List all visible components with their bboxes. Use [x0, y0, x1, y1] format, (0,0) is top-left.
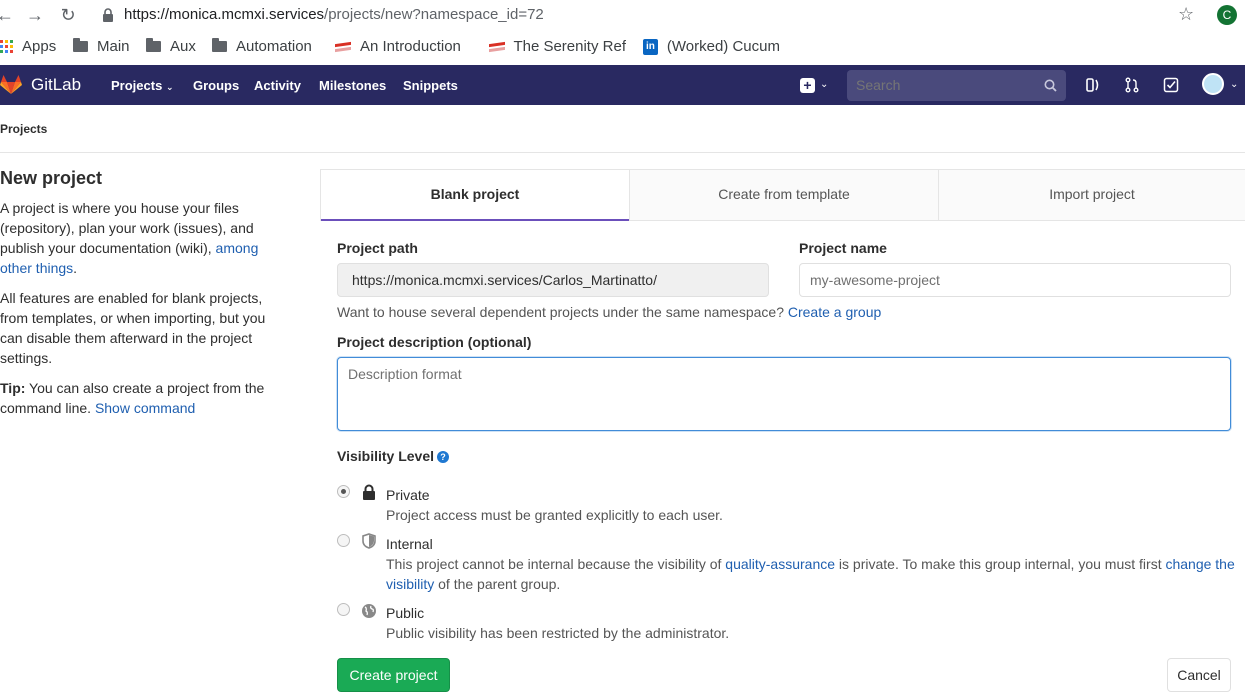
visibility-internal-desc: This project cannot be internal because …: [386, 556, 1235, 592]
bookmark-main[interactable]: Main: [73, 38, 130, 55]
page-title: New project: [0, 168, 103, 188]
chevron-down-icon[interactable]: ⌄: [820, 79, 828, 90]
back-icon[interactable]: ←: [0, 4, 16, 26]
lock-icon: [103, 8, 113, 22]
help-question-icon[interactable]: ?: [437, 451, 450, 463]
search-icon: [1044, 79, 1057, 92]
tab-blank-project[interactable]: Blank project: [321, 170, 629, 221]
user-avatar[interactable]: [1202, 73, 1224, 95]
project-description-textarea[interactable]: [337, 357, 1231, 431]
bookmark-serenity[interactable]: The Serenity Ref: [489, 38, 626, 55]
visibility-public-desc: Public visibility has been restricted by…: [386, 625, 730, 641]
apps-grid-icon: [0, 40, 13, 53]
globe-icon: [362, 604, 376, 618]
profile-avatar[interactable]: C: [1217, 5, 1237, 25]
quality-assurance-link[interactable]: quality-assurance: [725, 556, 835, 572]
project-name-label: Project name: [799, 240, 887, 256]
nav-milestones[interactable]: Milestones: [319, 78, 386, 93]
project-path-field[interactable]: https://monica.mcmxi.services/Carlos_Mar…: [337, 263, 769, 297]
lock-icon: [363, 484, 375, 500]
folder-icon: [212, 38, 227, 52]
project-name-input[interactable]: [799, 263, 1231, 297]
reload-icon[interactable]: ↻: [57, 4, 79, 26]
serenity-icon: [489, 43, 504, 50]
new-plus-icon[interactable]: +: [800, 78, 815, 93]
namespace-help: Want to house several dependent projects…: [337, 304, 882, 320]
nav-snippets[interactable]: Snippets: [403, 78, 458, 93]
visibility-internal-label[interactable]: Internal: [386, 536, 433, 552]
serenity-icon: [335, 43, 351, 50]
folder-icon: [73, 38, 88, 52]
search-box[interactable]: [847, 70, 1066, 101]
divider: [0, 152, 1245, 153]
tab-import-project[interactable]: Import project: [939, 170, 1245, 221]
tab-create-from-template[interactable]: Create from template: [630, 170, 938, 221]
nav-activity[interactable]: Activity: [254, 78, 301, 93]
shield-icon: [362, 533, 376, 549]
bookmarks-bar: Apps Main Aux Automation An Introduction…: [0, 31, 1245, 65]
intro-text: A project is where you house your files …: [0, 200, 259, 276]
gitlab-brand[interactable]: GitLab: [31, 75, 81, 95]
browser-address-bar: ← → ↻ https://monica.mcmxi.services/proj…: [0, 0, 1245, 31]
issues-icon[interactable]: [1084, 76, 1102, 94]
project-path-label: Project path: [337, 240, 418, 256]
breadcrumb[interactable]: Projects: [0, 122, 47, 136]
bookmark-automation[interactable]: Automation: [212, 38, 312, 55]
bookmark-worked-cucumber[interactable]: in (Worked) Cucum: [643, 38, 780, 55]
features-text: All features are enabled for blank proje…: [0, 290, 266, 366]
linkedin-icon: in: [643, 38, 658, 55]
visibility-public-label[interactable]: Public: [386, 605, 424, 621]
gitlab-logo-icon[interactable]: [0, 75, 22, 95]
cancel-button[interactable]: Cancel: [1167, 658, 1231, 692]
search-input[interactable]: [856, 77, 1036, 93]
visibility-internal-radio[interactable]: [337, 534, 350, 547]
visibility-public-radio[interactable]: [337, 603, 350, 616]
create-group-link[interactable]: Create a group: [788, 304, 881, 320]
tip-text: Tip: You can also create a project from …: [0, 380, 265, 416]
todos-icon[interactable]: [1162, 76, 1180, 94]
project-description-label: Project description (optional): [337, 334, 532, 350]
visibility-private-label[interactable]: Private: [386, 487, 430, 503]
bookmark-apps[interactable]: Apps: [0, 38, 56, 55]
chevron-down-icon[interactable]: ⌄: [1230, 79, 1238, 90]
url-field[interactable]: https://monica.mcmxi.services/projects/n…: [124, 6, 544, 23]
merge-request-icon[interactable]: [1123, 76, 1141, 94]
forward-icon[interactable]: →: [24, 4, 46, 26]
folder-icon: [146, 38, 161, 52]
nav-groups[interactable]: Groups: [193, 78, 239, 93]
bookmark-an-introduction[interactable]: An Introduction: [335, 38, 469, 55]
bookmark-aux[interactable]: Aux: [146, 38, 196, 55]
project-type-tabs: Blank project Create from template Impor…: [320, 169, 1245, 221]
visibility-private-radio[interactable]: [337, 485, 350, 498]
gitlab-header: GitLab Projects ⌄ Groups Activity Milest…: [0, 65, 1245, 105]
create-project-button[interactable]: Create project: [337, 658, 450, 692]
nav-projects[interactable]: Projects ⌄: [111, 78, 173, 93]
visibility-private-desc: Project access must be granted explicitl…: [386, 507, 723, 523]
bookmark-star-icon[interactable]: ☆: [1178, 4, 1194, 25]
visibility-level-label: Visibility Level?: [337, 448, 450, 464]
show-command-link[interactable]: Show command: [95, 400, 195, 416]
